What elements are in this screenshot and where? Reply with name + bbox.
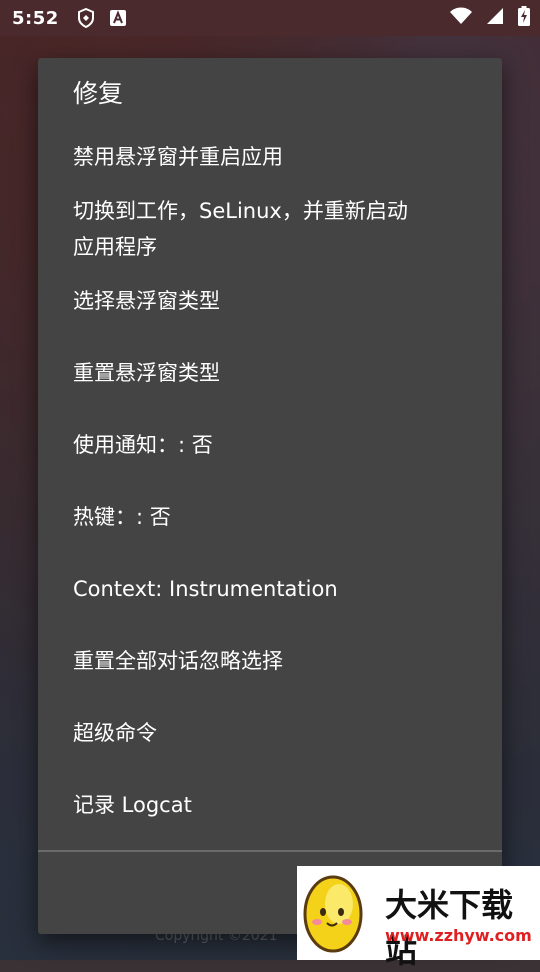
status-bar: 5:52 bbox=[0, 0, 540, 36]
menu-item-hotkey[interactable]: 热键：: 否 bbox=[73, 499, 468, 535]
shield-badge-icon bbox=[75, 7, 97, 29]
menu-item-reset-overlay-type[interactable]: 重置悬浮窗类型 bbox=[73, 355, 468, 391]
font-a-icon bbox=[107, 7, 129, 29]
menu-item-switch-work-selinux-cont[interactable]: 应用程序 bbox=[73, 229, 468, 265]
menu-item-switch-work-selinux[interactable]: 切换到工作，SeLinux，并重新启动 bbox=[73, 193, 468, 229]
watermark-url: www.zzhyw.com bbox=[385, 926, 532, 945]
battery-charging-icon bbox=[518, 6, 530, 30]
wifi-icon bbox=[450, 7, 472, 29]
dialog-divider bbox=[38, 850, 502, 852]
menu-item-use-notification[interactable]: 使用通知：: 否 bbox=[73, 427, 468, 463]
menu-item-disable-overlay-restart[interactable]: 禁用悬浮窗并重启应用 bbox=[73, 139, 468, 175]
status-time: 5:52 bbox=[12, 7, 59, 29]
signal-icon bbox=[486, 7, 504, 29]
menu-item-record-logcat[interactable]: 记录 Logcat bbox=[73, 787, 468, 823]
status-right-icons bbox=[450, 6, 530, 30]
repair-dialog: 修复 禁用悬浮窗并重启应用 切换到工作，SeLinux，并重新启动 应用程序 选… bbox=[38, 58, 502, 934]
menu-item-super-command[interactable]: 超级命令 bbox=[73, 715, 468, 751]
menu-item-reset-dialog-ignore[interactable]: 重置全部对话忽略选择 bbox=[73, 643, 468, 679]
menu-item-select-overlay-type[interactable]: 选择悬浮窗类型 bbox=[73, 283, 468, 319]
menu-item-context-instrumentation[interactable]: Context: Instrumentation bbox=[73, 571, 468, 607]
egg-mascot-icon bbox=[303, 875, 363, 953]
dialog-title: 修复 bbox=[73, 79, 124, 108]
watermark-badge: 大米下载站 www.zzhyw.com bbox=[297, 866, 540, 970]
